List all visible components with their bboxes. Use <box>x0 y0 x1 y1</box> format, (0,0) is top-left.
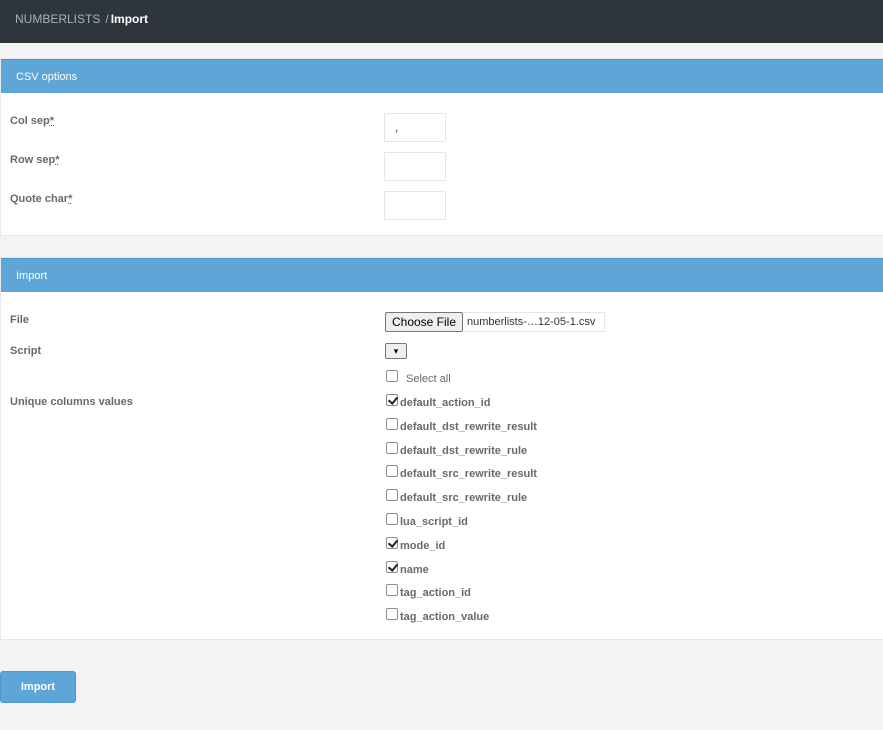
unique-columns-label: Unique columns values <box>10 396 133 408</box>
choose-file-button[interactable]: Choose File <box>385 312 463 332</box>
column-label: mode_id <box>400 539 446 552</box>
column-label: default_action_id <box>400 397 491 409</box>
breadcrumb-parent[interactable]: NUMBERLISTS <box>15 12 100 26</box>
column-label: default_src_rewrite_result <box>400 468 537 481</box>
import-heading: Import <box>1 258 883 292</box>
select-all-checkbox[interactable] <box>386 370 398 382</box>
csv-options-heading: CSV options <box>1 59 883 93</box>
column-label: tag_action_value <box>400 611 490 624</box>
column-checkbox-default_src_rewrite_rule[interactable] <box>386 489 398 502</box>
col-sep-label: Col sep* <box>10 115 55 127</box>
column-checkbox-default_dst_rewrite_result[interactable] <box>386 417 398 430</box>
quote-char-input[interactable] <box>384 191 446 220</box>
breadcrumb-separator: / <box>105 12 109 26</box>
row-sep-label: Row sep* <box>10 154 60 166</box>
column-checkbox-name[interactable] <box>386 560 398 573</box>
column-label: default_dst_rewrite_result <box>400 420 537 433</box>
col-sep-input[interactable]: , <box>384 113 446 142</box>
top-bar: NUMBERLISTS / Import <box>0 0 883 43</box>
file-name-display: numberlists-…12-05-1.csv <box>463 312 605 332</box>
column-label: name <box>400 563 429 576</box>
column-checkbox-mode_id[interactable] <box>386 536 398 549</box>
column-checkbox-default_src_rewrite_result[interactable] <box>386 465 398 478</box>
script-select[interactable]: ▾ <box>385 343 407 359</box>
required-mark: * <box>55 154 60 166</box>
script-label: Script <box>10 345 42 357</box>
column-checkbox-default_action_id[interactable] <box>386 394 398 406</box>
required-mark: * <box>68 193 73 205</box>
select-all-label: Select all <box>406 373 451 385</box>
import-button[interactable]: Import <box>0 671 76 703</box>
row-sep-input[interactable] <box>384 152 446 181</box>
file-label: File <box>10 314 29 326</box>
chevron-down-icon: ▾ <box>393 346 399 356</box>
column-label: tag_action_id <box>400 587 471 600</box>
column-checkbox-default_dst_rewrite_rule[interactable] <box>386 441 398 454</box>
column-checkbox-tag_action_value[interactable] <box>386 608 398 621</box>
required-mark: * <box>49 115 55 127</box>
column-checkbox-lua_script_id[interactable] <box>386 513 398 525</box>
column-label: default_dst_rewrite_rule <box>400 444 528 457</box>
breadcrumb-current: Import <box>110 12 149 26</box>
column-checkbox-tag_action_id[interactable] <box>386 584 398 597</box>
column-label: default_src_rewrite_rule <box>400 492 528 505</box>
column-label: lua_script_id <box>400 516 468 528</box>
quote-char-label: Quote char* <box>10 193 73 205</box>
